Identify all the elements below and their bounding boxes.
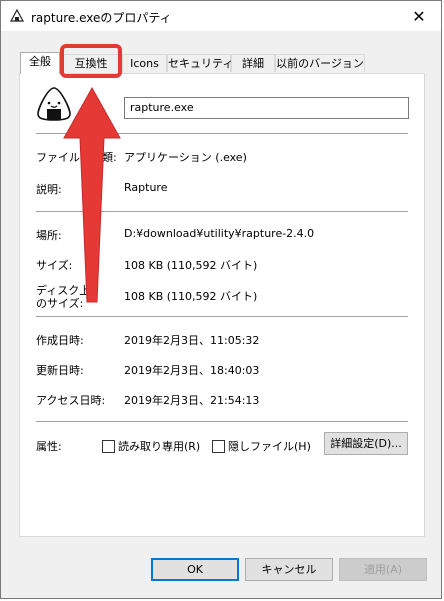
advanced-button[interactable]: 詳細設定(D)...	[324, 432, 408, 455]
separator	[36, 133, 408, 134]
accessed-value: 2019年2月3日、21:54:13	[124, 394, 260, 407]
attributes-label: 属性:	[36, 440, 62, 453]
close-icon: ✕	[412, 6, 426, 26]
tab-label: セキュリティ	[168, 57, 234, 70]
disk-size-label-line2: のサイズ:	[36, 297, 84, 310]
checkbox-box[interactable]	[102, 439, 115, 453]
tab-label: 以前のバージョン	[276, 57, 364, 70]
modified-value: 2019年2月3日、18:40:03	[124, 364, 260, 377]
cancel-button[interactable]: キャンセル	[245, 558, 333, 581]
file-name-input[interactable]: rapture.exe	[124, 97, 409, 119]
readonly-label: 読み取り専用(R)	[118, 440, 201, 453]
general-tab-panel: rapture.exe ファイルの種類: アプリケーション (.exe) 説明:…	[19, 73, 425, 537]
tab-icons[interactable]: Icons	[122, 54, 167, 72]
accessed-label: アクセス日時:	[36, 394, 106, 407]
tab-label: Icons	[130, 57, 159, 70]
tab-previous-versions[interactable]: 以前のバージョン	[275, 54, 365, 72]
ok-button[interactable]: OK	[151, 558, 239, 581]
tab-general[interactable]: 全般	[20, 52, 60, 74]
properties-dialog: rapture.exeのプロパティ ✕ 全般 互換性 Icons セキュリティ …	[0, 0, 442, 599]
checkbox-box[interactable]	[212, 439, 225, 453]
disk-size-value: 108 KB (110,592 バイト)	[124, 290, 258, 303]
file-type-label: ファイルの種類:	[36, 151, 117, 164]
created-label: 作成日時:	[36, 334, 84, 347]
title-bar: rapture.exeのプロパティ ✕	[1, 1, 441, 31]
tab-details[interactable]: 詳細	[231, 54, 275, 72]
close-button[interactable]: ✕	[397, 1, 441, 31]
separator	[36, 316, 408, 317]
separator	[36, 421, 408, 422]
rice-ball-app-icon	[37, 87, 71, 121]
apply-button[interactable]: 適用(A)	[339, 558, 427, 581]
hidden-label: 隠しファイル(H)	[228, 440, 311, 453]
hidden-checkbox[interactable]: 隠しファイル(H)	[212, 438, 311, 454]
annotation-highlight-box	[60, 44, 122, 78]
size-label: サイズ:	[36, 259, 73, 272]
tab-security[interactable]: セキュリティ	[167, 54, 234, 72]
location-value: D:¥download¥utility¥rapture-2.4.0	[124, 227, 315, 240]
window-title: rapture.exeのプロパティ	[31, 11, 172, 25]
modified-label: 更新日時:	[36, 364, 84, 377]
description-value: Rapture	[124, 181, 168, 194]
created-value: 2019年2月3日、11:05:32	[124, 334, 260, 347]
description-label: 説明:	[36, 183, 62, 196]
location-label: 場所:	[36, 229, 62, 242]
tab-label: 全般	[29, 55, 51, 68]
separator	[36, 211, 408, 212]
file-type-value: アプリケーション (.exe)	[124, 151, 247, 164]
readonly-checkbox[interactable]: 読み取り専用(R)	[102, 438, 200, 454]
exe-file-icon	[10, 9, 24, 22]
tab-label: 詳細	[242, 57, 264, 70]
size-value: 108 KB (110,592 バイト)	[124, 259, 258, 272]
